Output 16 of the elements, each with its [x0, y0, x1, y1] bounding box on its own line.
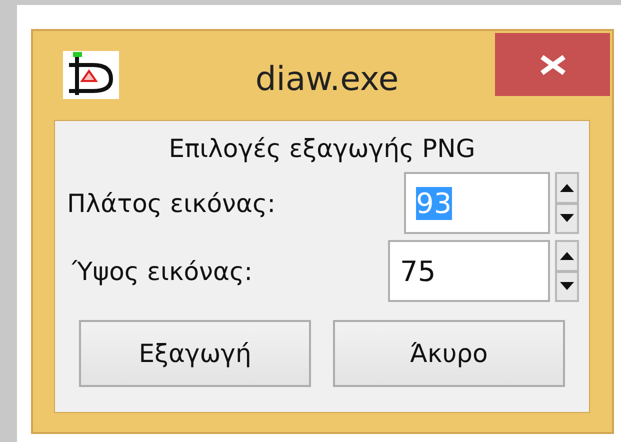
export-button[interactable]: Εξαγωγή [79, 320, 311, 387]
field-label: Ύψος εικόνας: [70, 256, 253, 286]
up-arrow-icon [560, 252, 574, 260]
close-icon [538, 54, 566, 74]
window-title: diaw.exe [254, 59, 400, 98]
down-arrow-icon [560, 214, 574, 222]
dialog-heading: Επιλογές εξαγωγής PNG [168, 133, 476, 165]
spin-control[interactable] [555, 240, 579, 302]
app-icon [63, 51, 119, 99]
up-arrow-icon [560, 184, 574, 192]
field-label: Πλάτος εικόνας: [66, 188, 276, 218]
number-field[interactable]: 75 [388, 240, 550, 302]
cancel-button[interactable]: Άκυρο [333, 320, 565, 387]
spin-control[interactable] [555, 172, 579, 234]
close-button[interactable] [495, 33, 610, 96]
down-arrow-icon [560, 282, 574, 290]
